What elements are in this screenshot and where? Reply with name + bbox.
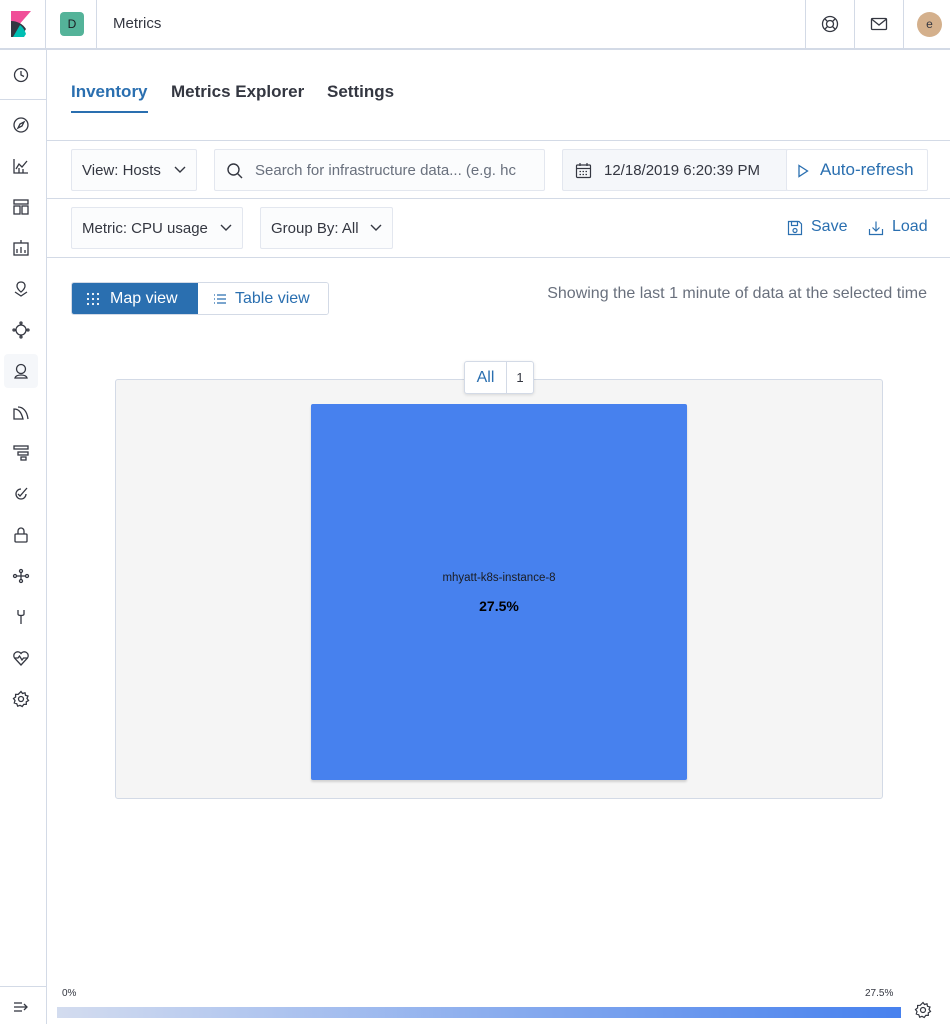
nav-item-canvas[interactable] xyxy=(4,231,38,265)
logs-icon xyxy=(13,406,29,420)
nav-divider xyxy=(0,986,46,987)
nav-item-discover[interactable] xyxy=(4,108,38,142)
top-header: D Metrics e xyxy=(0,0,950,50)
newsfeed-button[interactable] xyxy=(854,0,903,48)
apm-icon xyxy=(13,445,29,461)
ml-icon xyxy=(12,321,30,339)
node-name: mhyatt-k8s-instance-8 xyxy=(442,572,556,584)
user-menu-button[interactable]: e xyxy=(903,0,950,48)
download-icon xyxy=(868,221,884,236)
legend-settings-gear-icon[interactable] xyxy=(914,1001,932,1019)
group-by-selector[interactable]: Group By: All xyxy=(260,207,393,249)
metric-selector[interactable]: Metric: CPU usage xyxy=(71,207,243,249)
breadcrumb-app-title: Metrics xyxy=(113,15,162,32)
search-placeholder: Search for infrastructure data... (e.g. … xyxy=(255,162,516,179)
tab-inventory[interactable]: Inventory xyxy=(71,82,148,113)
metric-selector-label: Metric: CPU usage xyxy=(82,220,208,237)
nav-item-siem[interactable] xyxy=(4,518,38,552)
dashboard-icon xyxy=(13,199,29,215)
nav-item-graph[interactable] xyxy=(4,559,38,593)
header-divider xyxy=(96,0,97,48)
chevron-down-icon xyxy=(220,224,232,231)
group-name[interactable]: All xyxy=(465,362,507,393)
table-view-label: Table view xyxy=(235,290,310,307)
group-count: 1 xyxy=(516,370,524,385)
search-input[interactable]: Search for infrastructure data... (e.g. … xyxy=(214,149,545,191)
monitoring-icon xyxy=(13,651,29,666)
view-toggle: Map view Table view xyxy=(71,282,329,315)
side-navigation xyxy=(0,50,47,1024)
metrics-icon xyxy=(14,363,28,379)
view-selector-label: View: Hosts xyxy=(82,162,161,179)
tab-metrics-explorer[interactable]: Metrics Explorer xyxy=(171,82,304,111)
nav-item-uptime[interactable] xyxy=(4,477,38,511)
save-label: Save xyxy=(811,218,848,235)
nav-item-dashboard[interactable] xyxy=(4,190,38,224)
chevron-down-icon xyxy=(370,224,382,231)
gear-icon xyxy=(12,690,30,708)
canvas-icon xyxy=(13,240,29,256)
date-value: 12/18/2019 6:20:39 PM xyxy=(604,162,760,179)
auto-refresh-button[interactable]: Auto-refresh xyxy=(786,149,928,191)
nav-divider xyxy=(0,99,46,100)
group-tag[interactable]: All 1 xyxy=(464,361,534,394)
help-lifebuoy-icon xyxy=(821,15,839,33)
nav-item-maps[interactable] xyxy=(4,272,38,306)
node-value: 27.5% xyxy=(479,598,519,614)
nav-item-stack-monitoring[interactable] xyxy=(4,641,38,675)
mail-icon xyxy=(870,17,888,31)
map-view-button[interactable]: Map view xyxy=(72,283,198,314)
nav-item-dev-tools[interactable] xyxy=(4,600,38,634)
map-view-label: Map view xyxy=(110,290,178,307)
nav-item-apm[interactable] xyxy=(4,436,38,470)
visualize-icon xyxy=(13,159,28,174)
list-icon xyxy=(214,294,226,304)
nav-item-metrics[interactable] xyxy=(4,354,38,388)
nav-item-logs[interactable] xyxy=(4,395,38,429)
graph-icon xyxy=(12,568,30,584)
maps-icon xyxy=(14,281,28,297)
apps-grid-icon xyxy=(86,292,100,306)
save-icon xyxy=(787,220,803,236)
load-label: Load xyxy=(892,218,928,235)
collapse-menu-icon xyxy=(14,1002,28,1012)
search-icon xyxy=(227,163,243,179)
nav-item-machine-learning[interactable] xyxy=(4,313,38,347)
time-range-notice: Showing the last 1 minute of data at the… xyxy=(547,285,927,302)
compass-icon xyxy=(13,117,29,133)
auto-refresh-label: Auto-refresh xyxy=(820,160,914,179)
kibana-logo-button[interactable] xyxy=(0,0,46,48)
load-button[interactable]: Load xyxy=(868,218,934,238)
save-button[interactable]: Save xyxy=(787,218,853,238)
space-avatar[interactable]: D xyxy=(60,12,84,36)
toolbar-divider xyxy=(47,257,950,258)
legend-gradient-bar xyxy=(57,1007,901,1018)
kibana-logo-icon xyxy=(11,11,31,37)
clock-icon xyxy=(13,67,29,83)
nav-item-management[interactable] xyxy=(4,682,38,716)
tab-settings[interactable]: Settings xyxy=(327,82,394,111)
help-button[interactable] xyxy=(805,0,854,48)
user-avatar: e xyxy=(917,12,942,37)
view-selector[interactable]: View: Hosts xyxy=(71,149,197,191)
host-node[interactable]: mhyatt-k8s-instance-8 27.5% xyxy=(311,404,687,780)
devtools-icon xyxy=(17,610,25,624)
toolbar-divider xyxy=(47,198,950,199)
uptime-icon xyxy=(15,487,28,500)
table-view-button[interactable]: Table view xyxy=(198,283,328,314)
chevron-down-icon xyxy=(174,166,186,173)
nav-item-visualize[interactable] xyxy=(4,149,38,183)
group-by-label: Group By: All xyxy=(271,220,359,237)
tabs-divider xyxy=(47,140,950,141)
siem-icon xyxy=(14,527,28,543)
calendar-icon xyxy=(575,163,592,179)
legend-min-label: 0% xyxy=(62,988,77,999)
nav-collapse-button[interactable] xyxy=(4,990,38,1024)
legend-max-label: 27.5% xyxy=(865,988,894,999)
nav-item-recently-viewed[interactable] xyxy=(4,58,38,92)
date-picker[interactable]: 12/18/2019 6:20:39 PM xyxy=(562,149,788,191)
play-icon xyxy=(798,164,809,178)
